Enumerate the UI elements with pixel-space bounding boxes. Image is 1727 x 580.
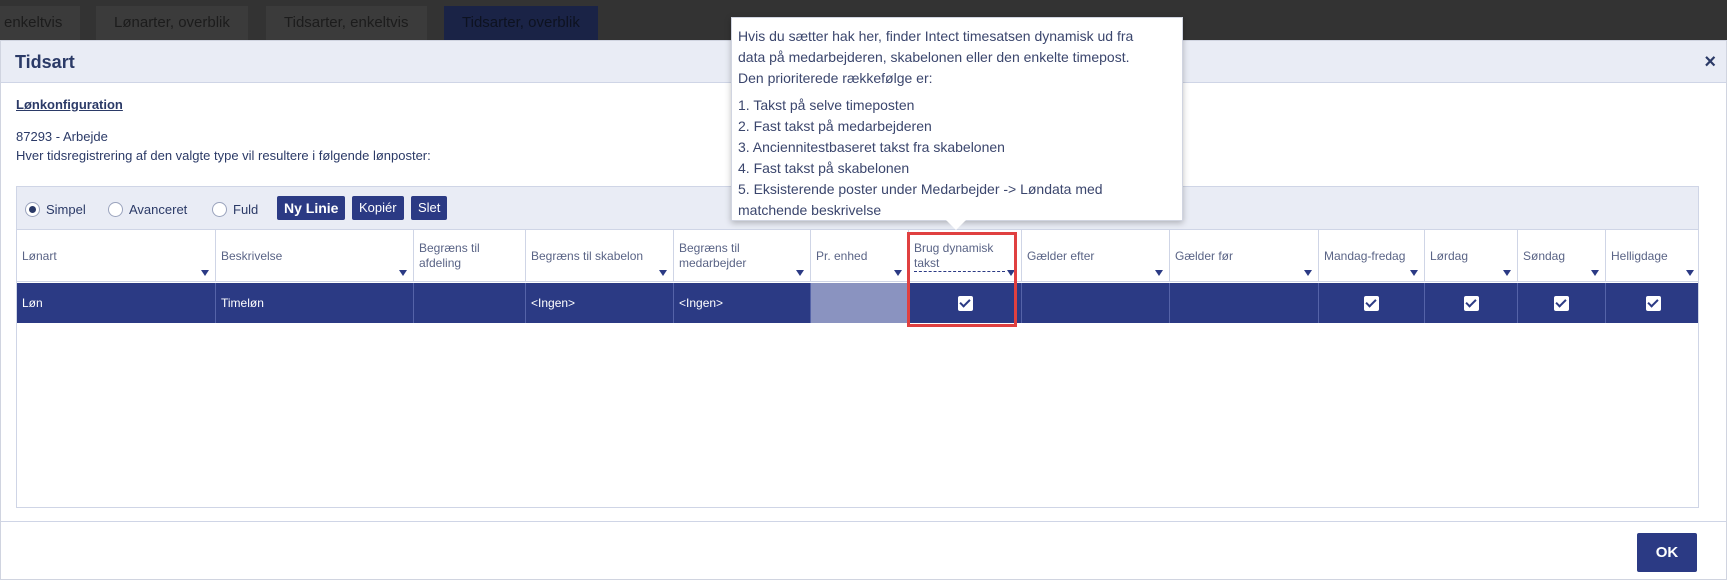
radio-unselected-icon <box>108 201 123 217</box>
filter-icon[interactable] <box>1304 270 1312 276</box>
checkbox-checked-icon[interactable] <box>1364 295 1379 311</box>
lonkonfiguration-link[interactable]: Lønkonfiguration <box>16 97 123 112</box>
delete-button[interactable]: Slet <box>411 196 448 220</box>
filter-icon[interactable] <box>201 270 209 276</box>
grid-header: Lønart Beskrivelse Begræns til afdeling … <box>17 230 1698 282</box>
cell-lonart[interactable]: Løn <box>17 283 216 323</box>
col-helligdage[interactable]: Helligdage <box>1606 230 1700 282</box>
col-gaelder-efter[interactable]: Gælder efter <box>1022 230 1170 282</box>
description-text: Hver tidsregistrering af den valgte type… <box>16 148 431 163</box>
radio-avanceret[interactable]: Avanceret <box>108 200 187 218</box>
cell-helligdage[interactable] <box>1606 283 1700 323</box>
tab-enkeltvis[interactable]: enkeltvis <box>0 6 81 40</box>
list-item: 3. Anciennitestbaseret takst fra skabelo… <box>738 139 1005 155</box>
radio-simpel[interactable]: Simpel <box>25 200 86 218</box>
col-afdeling[interactable]: Begræns til afdeling <box>414 230 526 282</box>
cell-beskrivelse[interactable]: Timeløn <box>216 283 414 323</box>
col-gaelder-foer[interactable]: Gælder før <box>1170 230 1319 282</box>
cell-soendag[interactable] <box>1518 283 1606 323</box>
highlight-box <box>907 232 1017 327</box>
filter-icon[interactable] <box>894 270 902 276</box>
checkbox-checked-icon[interactable] <box>1554 295 1569 311</box>
list-item: 2. Fast takst på medarbejderen <box>738 118 932 134</box>
cell-pr-enhed[interactable] <box>811 283 909 323</box>
list-item: matchende beskrivelse <box>738 202 882 218</box>
cell-afdeling[interactable] <box>414 283 526 323</box>
dynamic-rate-tooltip: Hvis du sætter hak her, finder Intect ti… <box>731 17 1183 230</box>
grid-panel: Simpel Avanceret Fuld Ny Linie Kopiér Sl… <box>16 186 1699 508</box>
checkbox-checked-icon[interactable] <box>1463 295 1479 311</box>
dialog-title: Tidsart <box>15 52 75 72</box>
cell-gaelder-efter[interactable] <box>1022 283 1170 323</box>
filter-icon[interactable] <box>796 270 804 276</box>
filter-icon[interactable] <box>1410 270 1418 276</box>
col-skabelon[interactable]: Begræns til skabelon <box>526 230 674 282</box>
filter-icon[interactable] <box>1591 270 1599 276</box>
tab-lonarter-overblik[interactable]: Lønarter, overblik <box>96 6 248 40</box>
filter-icon[interactable] <box>1686 270 1694 276</box>
list-item: 4. Fast takst på skabelonen <box>738 160 910 176</box>
cell-mandag-fredag[interactable] <box>1319 283 1425 323</box>
filter-icon[interactable] <box>659 270 667 276</box>
col-soendag[interactable]: Søndag <box>1518 230 1606 282</box>
col-medarbejder[interactable]: Begræns til medarbejder <box>674 230 811 282</box>
cell-medarbejder[interactable]: <Ingen> <box>674 283 811 323</box>
cell-loerdag[interactable] <box>1425 283 1518 323</box>
copy-button[interactable]: Kopiér <box>352 196 404 220</box>
filter-icon[interactable] <box>1503 270 1511 276</box>
tab-tidsarter-overblik[interactable]: Tidsarter, overblik <box>444 6 598 40</box>
col-loerdag[interactable]: Lørdag <box>1425 230 1518 282</box>
ok-button[interactable]: OK <box>1637 533 1697 572</box>
timetype-id-label: 87293 - Arbejde <box>16 129 108 144</box>
close-icon[interactable]: × <box>1704 51 1716 74</box>
radio-fuld[interactable]: Fuld <box>212 200 258 218</box>
col-pr-enhed[interactable]: Pr. enhed <box>811 230 909 282</box>
filter-icon[interactable] <box>399 270 407 276</box>
checkbox-checked-icon[interactable] <box>1645 295 1661 311</box>
tooltip-arrow <box>946 220 966 230</box>
tab-tidsarter-enkeltvis[interactable]: Tidsarter, enkeltvis <box>266 6 427 40</box>
col-mandag-fredag[interactable]: Mandag-fredag <box>1319 230 1425 282</box>
cell-gaelder-foer[interactable] <box>1170 283 1319 323</box>
radio-selected-icon <box>25 201 40 217</box>
table-row[interactable]: Løn Timeløn <Ingen> <Ingen> <box>17 283 1698 323</box>
radio-unselected-icon <box>212 201 227 217</box>
new-line-button[interactable]: Ny Linie <box>277 196 346 220</box>
filter-icon[interactable] <box>1155 270 1163 276</box>
footer-divider <box>1 521 1726 522</box>
list-item: 5. Eksisterende poster under Medarbejder… <box>738 181 1103 197</box>
col-beskrivelse[interactable]: Beskrivelse <box>216 230 414 282</box>
col-lonart[interactable]: Lønart <box>17 230 216 282</box>
priority-list: 1. Takst på selve timeposten 2. Fast tak… <box>738 95 1176 221</box>
cell-skabelon[interactable]: <Ingen> <box>526 283 674 323</box>
list-item: 1. Takst på selve timeposten <box>738 97 915 113</box>
